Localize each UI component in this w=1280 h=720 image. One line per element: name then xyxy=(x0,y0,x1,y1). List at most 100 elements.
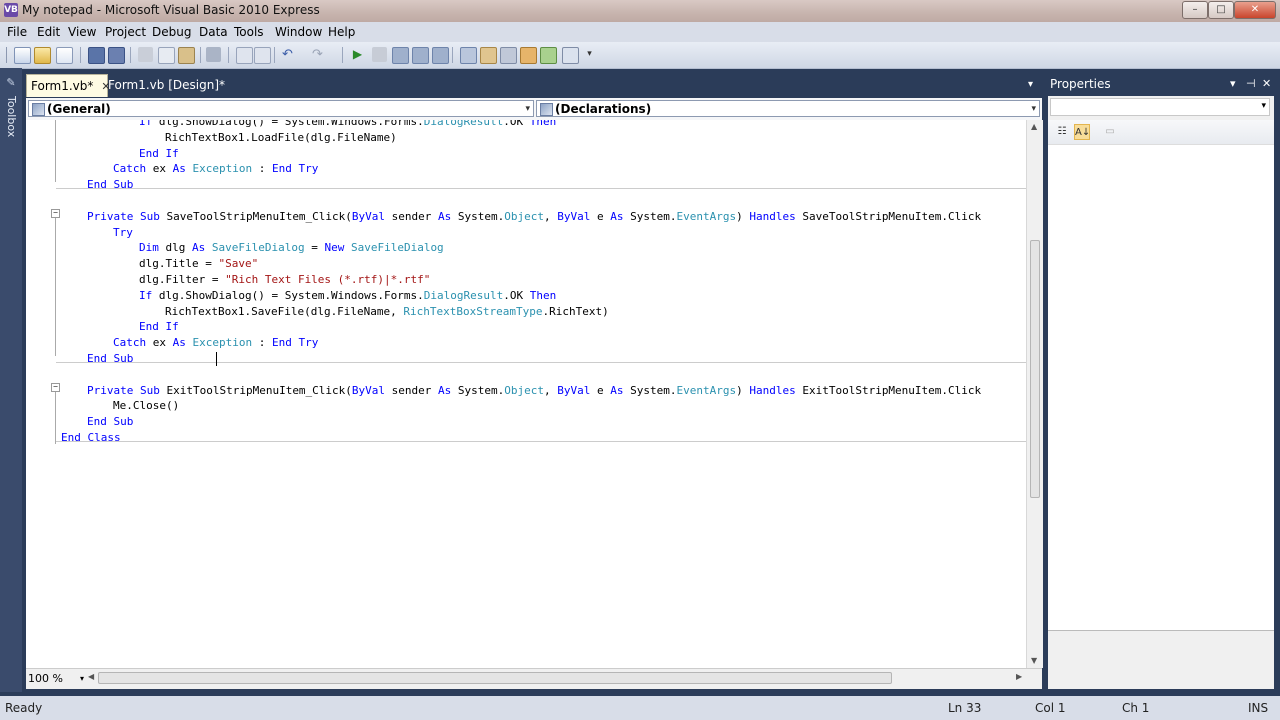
alphabetical-icon[interactable]: A↓ xyxy=(1074,124,1090,140)
code-token: ) xyxy=(736,383,750,397)
keyword-token: End Try xyxy=(271,336,319,350)
menu-project[interactable]: Project xyxy=(105,25,146,39)
keyword-token: As xyxy=(192,241,212,255)
code-line: Catch ex As Exception : End Try xyxy=(113,161,318,177)
start-page-icon[interactable] xyxy=(540,47,557,64)
save-all-icon[interactable] xyxy=(108,47,125,64)
add-item-icon[interactable] xyxy=(56,47,73,64)
categorized-icon[interactable]: ☷ xyxy=(1054,124,1070,140)
scroll-down-icon[interactable]: ▼ xyxy=(1031,656,1037,665)
keyword-token: Then xyxy=(529,288,557,302)
code-editor[interactable]: − − If dlg.ShowDialog() = System.Windows… xyxy=(26,120,1026,668)
vertical-scroll-thumb[interactable] xyxy=(1030,240,1040,498)
scroll-left-icon[interactable]: ◀ xyxy=(88,672,94,681)
keyword-token: As xyxy=(610,383,631,397)
step-over-icon[interactable] xyxy=(412,47,429,64)
chevron-down-icon: ▾ xyxy=(79,674,84,683)
menu-help[interactable]: Help xyxy=(328,25,355,39)
code-line: End Sub xyxy=(87,351,133,367)
auto-hide-icon[interactable]: ⊣ xyxy=(1246,74,1256,94)
keyword-token: End If xyxy=(139,146,179,160)
window-title: My notepad - Microsoft Visual Basic 2010… xyxy=(22,3,320,17)
toolbox-icon[interactable] xyxy=(520,47,537,64)
code-line: Me.Close() xyxy=(113,398,179,414)
collapse-icon[interactable]: − xyxy=(51,383,60,392)
code-token: Me.Close() xyxy=(113,399,180,413)
keyword-token: Then xyxy=(529,120,557,128)
menu-data[interactable]: Data xyxy=(199,25,228,39)
minimize-button[interactable]: – xyxy=(1182,1,1208,19)
redo-icon[interactable]: ↷ xyxy=(310,47,325,62)
copy-icon[interactable] xyxy=(158,47,175,64)
code-token: e xyxy=(597,383,611,397)
type-token: DialogResult xyxy=(423,120,504,128)
solution-explorer-icon[interactable] xyxy=(460,47,477,64)
maximize-button[interactable]: □ xyxy=(1208,1,1234,19)
tab-form1-design[interactable]: Form1.vb [Design]* xyxy=(104,74,229,96)
tab-list-dropdown-icon[interactable]: ▾ xyxy=(1024,74,1037,96)
menu-file[interactable]: File xyxy=(7,25,27,39)
step-out-icon[interactable] xyxy=(432,47,449,64)
horizontal-scroll-thumb[interactable] xyxy=(98,672,892,684)
code-token: SaveToolStripMenuItem_Click( xyxy=(166,209,352,223)
code-token: , xyxy=(544,383,558,397)
save-icon[interactable] xyxy=(88,47,105,64)
method-name-combo[interactable]: (Declarations) ▾ xyxy=(536,100,1040,117)
scroll-up-icon[interactable]: ▲ xyxy=(1031,122,1037,131)
collapse-icon[interactable]: − xyxy=(51,209,60,218)
step-into-icon[interactable] xyxy=(392,47,409,64)
toolbox-strip[interactable]: ✎ Toolbox xyxy=(0,68,22,692)
menu-debug[interactable]: Debug xyxy=(152,25,191,39)
code-token: System. xyxy=(457,209,505,223)
keyword-token: As xyxy=(172,336,193,350)
code-token: ) xyxy=(736,209,750,223)
menu-edit[interactable]: Edit xyxy=(37,25,60,39)
keyword-token: End Sub xyxy=(87,352,134,365)
open-file-icon[interactable] xyxy=(34,47,51,64)
new-project-icon[interactable] xyxy=(14,47,31,64)
code-line: RichTextBox1.LoadFile(dlg.FileName) xyxy=(165,130,397,146)
paste-icon[interactable] xyxy=(178,47,195,64)
code-token: .RichText) xyxy=(542,304,609,318)
object-selector-combo[interactable]: ▾ xyxy=(1050,98,1270,116)
vertical-scrollbar[interactable]: ▲ ▼ xyxy=(1026,120,1043,668)
pause-icon[interactable] xyxy=(372,47,387,62)
code-token: dlg.Title = xyxy=(139,257,219,271)
property-description xyxy=(1048,630,1274,689)
toolbox-label[interactable]: Toolbox xyxy=(2,96,18,137)
code-token: sender xyxy=(391,209,439,223)
code-line: dlg.Title = "Save" xyxy=(139,256,258,272)
uncomment-icon[interactable] xyxy=(254,47,271,64)
tab-form1-code[interactable]: Form1.vb* ✕ xyxy=(26,74,111,97)
toolbar-options-icon[interactable]: ▾ xyxy=(582,47,597,62)
document-tabs: Form1.vb* ✕ Form1.vb [Design]* ▾ xyxy=(26,74,1042,98)
object-browser-icon[interactable] xyxy=(500,47,517,64)
keyword-token: ByVal xyxy=(351,383,392,397)
start-debugging-icon[interactable]: ▶ xyxy=(350,47,365,62)
undo-icon[interactable]: ↶ xyxy=(280,47,295,62)
keyword-token: End Sub xyxy=(87,178,134,192)
properties-window-icon[interactable] xyxy=(480,47,497,64)
cut-icon[interactable] xyxy=(138,47,153,62)
code-token: = xyxy=(304,241,325,255)
type-token: Exception xyxy=(192,162,253,176)
comment-icon[interactable] xyxy=(236,47,253,64)
find-icon[interactable] xyxy=(206,47,221,62)
menu-view[interactable]: View xyxy=(68,25,96,39)
menu-window[interactable]: Window xyxy=(275,25,322,39)
code-token: System. xyxy=(630,209,677,223)
code-line: End Class xyxy=(61,430,121,446)
close-button[interactable]: ✕ xyxy=(1234,1,1276,19)
menu-tools[interactable]: Tools xyxy=(234,25,264,39)
class-name-combo[interactable]: (General) ▾ xyxy=(28,100,534,117)
chevron-down-icon: ▾ xyxy=(1261,101,1266,111)
scroll-right-icon[interactable]: ▶ xyxy=(1016,672,1022,681)
close-icon[interactable]: ✕ xyxy=(1262,74,1271,94)
window-position-icon[interactable]: ▾ xyxy=(1230,74,1236,94)
zoom-combo[interactable]: 100 % ▾ xyxy=(28,672,84,686)
code-line: End Sub xyxy=(87,414,133,430)
extension-manager-icon[interactable] xyxy=(562,47,579,64)
property-grid[interactable] xyxy=(1048,144,1274,631)
keyword-token: End Sub xyxy=(87,415,134,429)
property-pages-icon[interactable]: ▭ xyxy=(1102,124,1118,140)
